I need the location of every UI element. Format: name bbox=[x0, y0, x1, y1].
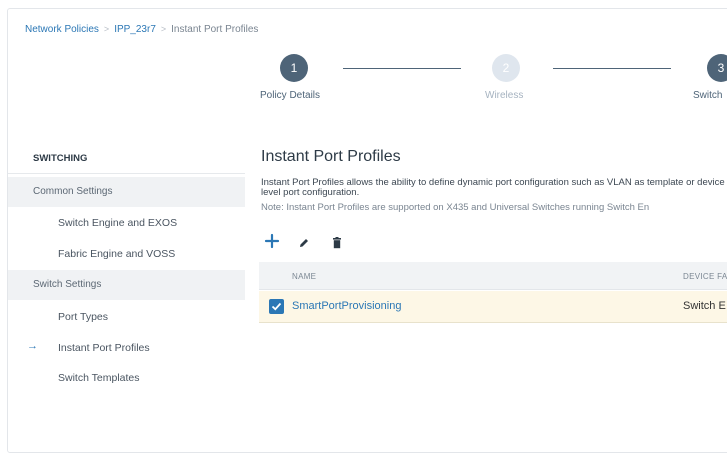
table-header: NAME DEVICE FA bbox=[259, 262, 727, 290]
page-description: Instant Port Profiles allows the ability… bbox=[261, 177, 725, 198]
breadcrumb-current: Instant Port Profiles bbox=[171, 24, 259, 35]
pencil-icon[interactable] bbox=[298, 236, 310, 254]
sidebar-item-instant-port-profiles[interactable]: Instant Port Profiles bbox=[58, 342, 150, 354]
chevron-right-icon: > bbox=[160, 24, 167, 34]
row-device-family: Switch E bbox=[683, 300, 726, 312]
row-checkbox[interactable] bbox=[269, 299, 284, 314]
sidebar-item-switch-templates[interactable]: Switch Templates bbox=[58, 372, 140, 384]
plus-icon[interactable] bbox=[264, 233, 280, 254]
column-header-device-family[interactable]: DEVICE FA bbox=[683, 272, 727, 281]
sidebar-heading: SWITCHING bbox=[8, 144, 245, 174]
step-2-label[interactable]: Wireless bbox=[485, 90, 523, 101]
breadcrumb-policy-name[interactable]: IPP_23r7 bbox=[114, 24, 156, 35]
step-connector bbox=[553, 68, 671, 69]
arrow-right-icon: → bbox=[27, 340, 38, 352]
sidebar-section-common-settings[interactable]: Common Settings bbox=[8, 177, 245, 207]
step-1-label[interactable]: Policy Details bbox=[260, 90, 320, 101]
check-icon bbox=[271, 302, 282, 311]
breadcrumb-network-policies[interactable]: Network Policies bbox=[25, 24, 99, 35]
trash-icon[interactable] bbox=[332, 236, 342, 254]
table-row[interactable]: SmartPortProvisioning Switch E bbox=[259, 291, 727, 323]
sidebar-item-fabric-engine[interactable]: Fabric Engine and VOSS bbox=[58, 248, 175, 260]
sidebar-item-switch-engine[interactable]: Switch Engine and EXOS bbox=[58, 217, 177, 229]
page-title: Instant Port Profiles bbox=[261, 148, 401, 165]
step-1-circle[interactable]: 1 bbox=[280, 54, 308, 82]
page-note: Note: Instant Port Profiles are supporte… bbox=[261, 202, 650, 213]
chevron-right-icon: > bbox=[103, 24, 110, 34]
breadcrumb: Network Policies > IPP_23r7 > Instant Port P… bbox=[25, 24, 258, 35]
step-connector bbox=[343, 68, 461, 69]
step-3-label[interactable]: Switch bbox=[693, 90, 722, 101]
page-frame bbox=[7, 8, 727, 453]
row-name-link[interactable]: SmartPortProvisioning bbox=[292, 300, 401, 312]
sidebar-section-switch-settings[interactable]: Switch Settings bbox=[8, 270, 245, 300]
sidebar-item-port-types[interactable]: Port Types bbox=[58, 311, 108, 323]
step-3-circle[interactable]: 3 bbox=[707, 54, 727, 82]
step-2-circle[interactable]: 2 bbox=[492, 54, 520, 82]
column-header-name[interactable]: NAME bbox=[292, 272, 316, 281]
